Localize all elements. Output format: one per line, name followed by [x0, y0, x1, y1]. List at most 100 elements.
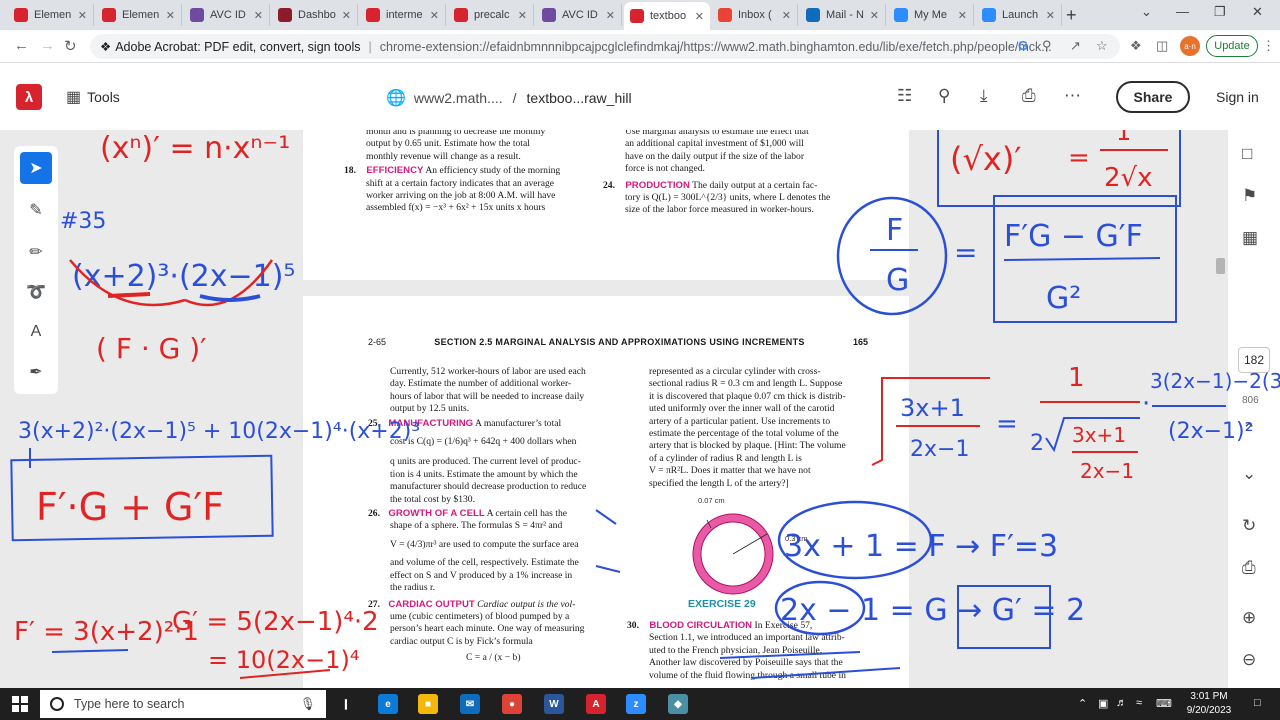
- browser-tab[interactable]: Inbox (✕: [712, 4, 798, 26]
- select-tool-icon[interactable]: ➤: [20, 152, 52, 184]
- google-lens-icon[interactable]: G: [1018, 38, 1028, 53]
- more-options-icon[interactable]: ⋯: [1064, 86, 1081, 106]
- text-line: sectional radius R = 0.3 cm and length L…: [649, 378, 843, 390]
- tools-button[interactable]: ▦ Tools: [66, 87, 120, 107]
- close-tab-icon[interactable]: ✕: [254, 9, 263, 22]
- rotate-icon[interactable]: ↻: [1242, 516, 1256, 536]
- sign-in-link[interactable]: Sign in: [1216, 89, 1259, 105]
- browser-tab[interactable]: AVC ID ✕: [184, 4, 270, 26]
- tray-chevron-icon[interactable]: ⌃: [1078, 697, 1087, 710]
- close-tab-icon[interactable]: ✕: [606, 9, 615, 22]
- vertical-scrollbar[interactable]: [1216, 258, 1225, 274]
- download-icon[interactable]: ⤓: [980, 86, 988, 106]
- page-grid-icon[interactable]: ▦: [1242, 228, 1258, 248]
- current-page-number[interactable]: 182: [1238, 347, 1270, 373]
- back-icon[interactable]: ←: [14, 37, 29, 54]
- browser-tab[interactable]: Elemen ✕: [8, 4, 94, 26]
- extensions-icon[interactable]: ❖: [1130, 38, 1142, 54]
- mail-icon[interactable]: ✉: [460, 694, 480, 714]
- start-button[interactable]: [12, 696, 28, 712]
- zoom-icon[interactable]: z: [626, 694, 646, 714]
- close-tab-icon[interactable]: ✕: [430, 9, 439, 22]
- volume-icon[interactable]: ♬: [1116, 697, 1127, 709]
- problem-26: 26. GROWTH OF A CELL A certain cell has …: [368, 508, 612, 520]
- close-window-button[interactable]: ✕: [1252, 4, 1263, 20]
- freehand-draw-icon[interactable]: ➰: [20, 276, 52, 308]
- bookmark-star-icon[interactable]: ☆: [1096, 38, 1108, 54]
- print-icon[interactable]: ⎙: [1022, 86, 1036, 106]
- word-icon[interactable]: W: [544, 694, 564, 714]
- side-panel-icon[interactable]: ◫: [1156, 38, 1168, 54]
- acrobat-logo-icon[interactable]: λ: [16, 84, 42, 110]
- network-icon[interactable]: ▣: [1098, 697, 1108, 710]
- text-line: An efficiency study of the morning: [425, 165, 561, 177]
- browser-tab[interactable]: My Me ✕: [888, 4, 974, 26]
- close-tab-icon[interactable]: ✕: [695, 10, 704, 23]
- text-line: ume (cubic centimeters) of blood pumped …: [390, 610, 570, 622]
- document-path: 🌐 www2.math.... / textboo...raw_hill: [386, 88, 632, 108]
- task-view-icon[interactable]: ❙: [336, 694, 356, 714]
- close-tab-icon[interactable]: ✕: [342, 9, 351, 22]
- file-explorer-icon[interactable]: ■: [418, 694, 438, 714]
- browser-tab[interactable]: AVC ID ✕: [536, 4, 622, 26]
- zoom-in-icon[interactable]: ⊕: [1242, 608, 1256, 628]
- minimize-button[interactable]: —: [1176, 4, 1189, 19]
- restore-button[interactable]: ❐: [1214, 4, 1226, 20]
- chrome-icon[interactable]: ●: [502, 694, 522, 714]
- notifications-icon[interactable]: □: [1254, 697, 1261, 709]
- zoom-icon: [982, 8, 996, 22]
- exercise-figure-label: EXERCISE 29: [688, 598, 756, 610]
- close-tab-icon[interactable]: ✕: [166, 9, 175, 22]
- extract-page-icon[interactable]: ⎙: [1242, 558, 1256, 578]
- browser-tab[interactable]: Dashbo ✕: [272, 4, 358, 26]
- page-up-icon[interactable]: ⌃: [1242, 420, 1256, 440]
- tab-search-icon[interactable]: ⌄: [1141, 4, 1152, 20]
- reload-icon[interactable]: ↻: [64, 37, 77, 55]
- page-down-icon[interactable]: ⌄: [1242, 464, 1256, 484]
- close-tab-icon[interactable]: ✕: [1046, 9, 1055, 22]
- close-tab-icon[interactable]: ✕: [782, 9, 791, 22]
- highlight-pen-icon[interactable]: ✏: [20, 236, 52, 268]
- browser-tab[interactable]: Mail - N ✕: [800, 4, 886, 26]
- close-tab-icon[interactable]: ✕: [518, 9, 527, 22]
- pdf-page-current: 2-65 SECTION 2.5 MARGINAL ANALYSIS AND A…: [303, 296, 909, 688]
- search-icon[interactable]: ⚲: [938, 86, 950, 106]
- close-tab-icon[interactable]: ✕: [958, 9, 967, 22]
- comments-icon[interactable]: □: [1242, 144, 1252, 164]
- bookmarks-icon[interactable]: ⚑: [1242, 186, 1257, 206]
- browser-tab[interactable]: Launch ✕: [976, 4, 1062, 26]
- share-button[interactable]: Share: [1116, 81, 1190, 113]
- keyboard-icon[interactable]: ⌨: [1156, 697, 1172, 710]
- update-button[interactable]: Update: [1206, 35, 1258, 57]
- zoom-icon[interactable]: ⚲: [1042, 38, 1052, 54]
- text-line: volume of the fluid flowing through a sm…: [649, 669, 846, 681]
- share-page-icon[interactable]: ↗: [1070, 38, 1081, 54]
- close-tab-icon[interactable]: ✕: [870, 9, 879, 22]
- problem-30-head: 30. BLOOD CIRCULATION In Exercise 57,: [627, 620, 871, 632]
- edge-icon[interactable]: e: [378, 694, 398, 714]
- add-comment-icon[interactable]: ✎: [20, 194, 52, 226]
- zoom-out-icon[interactable]: ⊖: [1242, 650, 1256, 670]
- acrobat-icon[interactable]: A: [586, 694, 606, 714]
- document-workspace[interactable]: month and is planning to decrease the mo…: [0, 130, 1280, 688]
- profile-avatar[interactable]: a·n: [1180, 36, 1200, 56]
- taskbar-search[interactable]: Type here to search 🎙: [40, 690, 326, 718]
- browser-tab[interactable]: Elemen ✕: [96, 4, 182, 26]
- app-icon[interactable]: ◆: [668, 694, 688, 714]
- wifi-icon[interactable]: ≈: [1136, 697, 1142, 709]
- path-separator: /: [512, 90, 517, 106]
- browser-tab[interactable]: interme ✕: [360, 4, 446, 26]
- close-tab-icon[interactable]: ✕: [78, 9, 87, 22]
- fill-sign-icon[interactable]: ✒: [20, 356, 52, 388]
- text-line: Cardiac output is the vol-: [477, 598, 576, 610]
- microphone-icon[interactable]: 🎙: [300, 697, 316, 712]
- text-box-icon[interactable]: A: [20, 316, 52, 348]
- system-clock[interactable]: 3:01 PM 9/20/2023: [1180, 690, 1238, 718]
- new-tab-button[interactable]: +: [1066, 5, 1077, 26]
- page-thumbnails-icon[interactable]: ☷: [897, 86, 912, 106]
- browser-tab[interactable]: precalc ✕: [448, 4, 534, 26]
- chrome-menu-icon[interactable]: ⋮: [1262, 38, 1275, 54]
- address-bar[interactable]: ❖ Adobe Acrobat: PDF edit, convert, sign…: [90, 34, 1120, 59]
- forward-icon[interactable]: →: [40, 37, 55, 54]
- browser-tab[interactable]: textboo ✕: [624, 2, 710, 30]
